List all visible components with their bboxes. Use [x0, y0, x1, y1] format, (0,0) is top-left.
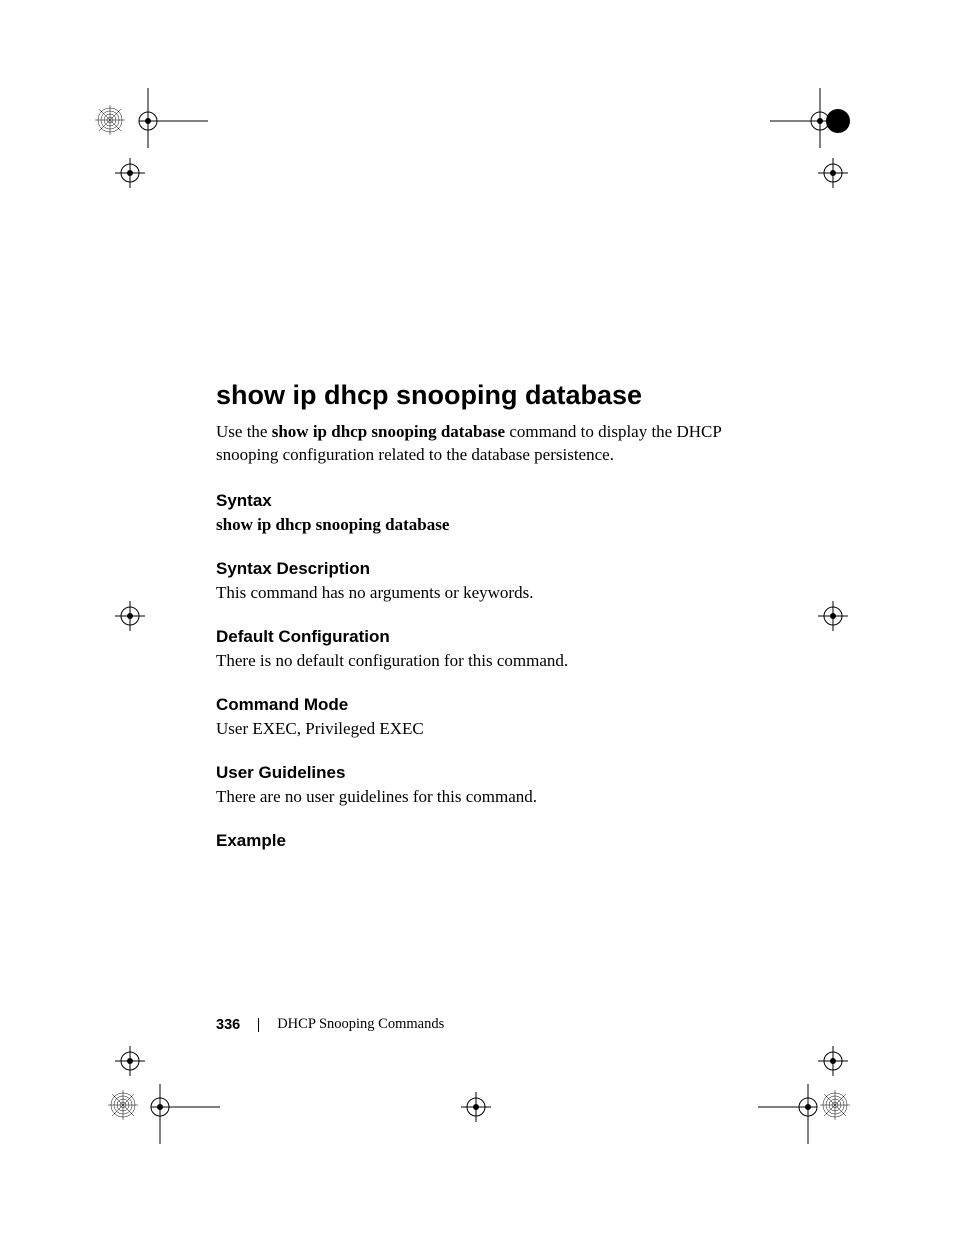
crop-mark-icon [818, 158, 848, 188]
body-command-mode: User EXEC, Privileged EXEC [216, 719, 736, 739]
heading-default-configuration: Default Configuration [216, 627, 736, 647]
crop-mark-icon [758, 1074, 828, 1144]
content-area: show ip dhcp snooping database Use the s… [216, 380, 736, 855]
footer-divider [258, 1018, 259, 1032]
body-syntax-description: This command has no arguments or keyword… [216, 583, 736, 603]
heading-syntax-description: Syntax Description [216, 559, 736, 579]
heading-user-guidelines: User Guidelines [216, 763, 736, 783]
intro-paragraph: Use the show ip dhcp snooping database c… [216, 421, 736, 467]
body-default-configuration: There is no default configuration for th… [216, 651, 736, 671]
page-number: 336 [216, 1017, 240, 1033]
crop-mark-icon [95, 105, 125, 135]
page-container: show ip dhcp snooping database Use the s… [0, 0, 954, 1235]
intro-command-name: show ip dhcp snooping database [272, 422, 505, 441]
crop-mark-icon [825, 108, 851, 134]
crop-mark-icon [461, 1092, 491, 1122]
syntax-line: show ip dhcp snooping database [216, 515, 736, 535]
heading-syntax: Syntax [216, 491, 736, 511]
crop-mark-icon [115, 1046, 145, 1076]
body-user-guidelines: There are no user guidelines for this co… [216, 787, 736, 807]
page-footer: 336 DHCP Snooping Commands [216, 1016, 736, 1033]
intro-prefix: Use the [216, 422, 272, 441]
crop-mark-icon [818, 601, 848, 631]
footer-section-name: DHCP Snooping Commands [277, 1016, 444, 1033]
heading-example: Example [216, 831, 736, 851]
crop-mark-icon [115, 158, 145, 188]
crop-mark-icon [138, 88, 208, 158]
crop-mark-icon [150, 1074, 220, 1144]
command-title: show ip dhcp snooping database [216, 380, 736, 411]
heading-command-mode: Command Mode [216, 695, 736, 715]
crop-mark-icon [820, 1090, 850, 1120]
crop-mark-icon [108, 1090, 138, 1120]
crop-mark-icon [818, 1046, 848, 1076]
crop-mark-icon [115, 601, 145, 631]
